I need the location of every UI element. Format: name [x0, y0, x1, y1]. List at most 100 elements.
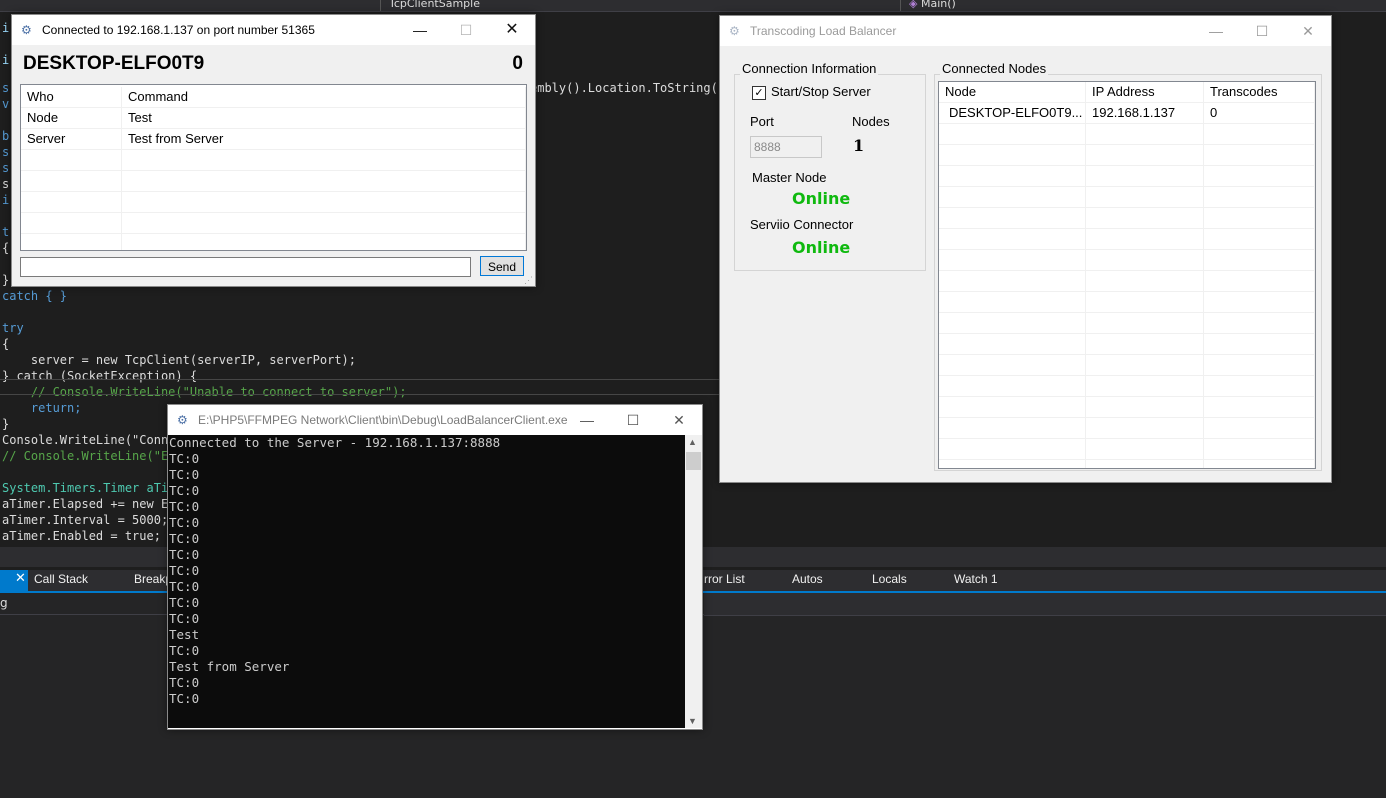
console-title: E:\PHP5\FFMPEG Network\Client\bin\Debug\… [198, 413, 568, 427]
code-line-enabled: aTimer.Enabled = true; [2, 529, 161, 543]
connected-nodes-table[interactable]: Node IP Address Transcodes DESKTOP-ELFO0… [938, 81, 1316, 469]
empty-cell [1204, 376, 1315, 396]
console-line: TC:0 [169, 531, 200, 546]
project-dropdown[interactable]: TcpClientSample [380, 0, 901, 11]
empty-cell [1204, 145, 1315, 165]
close-button[interactable]: ✕ [1285, 16, 1331, 46]
code-fragment: s [2, 81, 10, 95]
column-header-transcodes[interactable]: Transcodes [1204, 82, 1315, 102]
code-line-return: return; [2, 401, 82, 415]
nodes-label: Nodes [852, 114, 890, 129]
code-fragment: s [2, 177, 10, 191]
scroll-down-icon[interactable]: ▼ [688, 716, 697, 726]
tab-autos[interactable]: Autos [792, 572, 823, 586]
empty-table-row [939, 187, 1315, 208]
code-fragment: t [2, 225, 10, 239]
command-log-table[interactable]: Who Command Node Test Server Test from S… [20, 84, 527, 251]
empty-table-row [21, 192, 526, 213]
console-line: Test from Server [169, 659, 290, 674]
close-icon[interactable]: ✕ [15, 571, 26, 586]
method-icon: ◈ [909, 0, 918, 10]
console-line: Connected to the Server - 192.168.1.137:… [169, 435, 501, 450]
tab-locals[interactable]: Locals [872, 572, 907, 586]
resize-grip-icon[interactable]: ⋰ [524, 276, 533, 285]
console-scrollbar[interactable]: ▲ ▼ [685, 435, 702, 728]
machine-name: DESKTOP-ELFO0T9 [23, 53, 205, 74]
scroll-thumb[interactable] [686, 452, 701, 470]
minimize-button[interactable]: — [397, 15, 443, 45]
node-name-cell: DESKTOP-ELFO0T9... [939, 103, 1086, 123]
method-dropdown[interactable]: ◈ Main() [900, 0, 1386, 11]
code-fragment: i [2, 193, 10, 207]
code-line-try: try [2, 321, 24, 335]
column-header-command[interactable]: Command [122, 87, 526, 107]
code-fragment: s [2, 161, 10, 175]
tab-call-stack[interactable]: Call Stack [34, 572, 88, 586]
column-header-who[interactable]: Who [21, 87, 122, 107]
connected-nodes-heading: Connected Nodes [940, 61, 1049, 76]
scroll-up-icon[interactable]: ▲ [688, 437, 697, 447]
minimize-button[interactable]: — [1193, 16, 1239, 46]
empty-cell [1086, 418, 1204, 438]
maximize-button[interactable]: ☐ [443, 15, 489, 45]
port-value: 8888 [754, 140, 781, 154]
tab-error-list[interactable]: rror List [704, 572, 745, 586]
empty-cell [1086, 292, 1204, 312]
code-line-timer: System.Timers.Timer aTim [2, 481, 176, 495]
empty-cell [1204, 271, 1315, 291]
column-header-ip[interactable]: IP Address [1086, 82, 1204, 102]
empty-cell [939, 460, 1086, 468]
send-button[interactable]: Send [480, 256, 524, 276]
empty-cell [1086, 166, 1204, 186]
code-fragment: b [2, 129, 10, 143]
load-balancer-titlebar[interactable]: ⚙ Transcoding Load Balancer — ☐ ✕ [720, 16, 1331, 46]
empty-cell [1086, 124, 1204, 144]
empty-table-row [939, 439, 1315, 460]
empty-cell [939, 355, 1086, 375]
console-line: TC:0 [169, 643, 200, 658]
empty-cell [939, 334, 1086, 354]
code-line-interval: aTimer.Interval = 5000; [2, 513, 169, 527]
maximize-button[interactable]: ☐ [1239, 16, 1285, 46]
empty-cell [1086, 397, 1204, 417]
empty-cell [1204, 208, 1315, 228]
empty-cell [1086, 313, 1204, 333]
empty-cell [1204, 250, 1315, 270]
empty-table-row [939, 376, 1315, 397]
empty-cell [1086, 376, 1204, 396]
empty-cell [21, 171, 122, 191]
console-titlebar[interactable]: ⚙ E:\PHP5\FFMPEG Network\Client\bin\Debu… [168, 405, 702, 435]
empty-cell [939, 208, 1086, 228]
empty-cell [1204, 166, 1315, 186]
empty-cell [939, 313, 1086, 333]
message-input[interactable] [20, 257, 471, 277]
load-balancer-title: Transcoding Load Balancer [750, 24, 897, 38]
column-header-node[interactable]: Node [939, 82, 1086, 102]
port-field[interactable]: 8888 [750, 136, 822, 158]
port-label: Port [750, 114, 774, 129]
empty-cell [939, 145, 1086, 165]
code-line-close: } [2, 417, 10, 431]
empty-rows [939, 124, 1315, 468]
table-header-row: Who Command [21, 87, 526, 108]
close-button[interactable]: ✕ [656, 405, 702, 435]
tab-watch[interactable]: Watch 1 [954, 572, 998, 586]
console-window: ⚙ E:\PHP5\FFMPEG Network\Client\bin\Debu… [167, 404, 703, 730]
table-row[interactable]: Server Test from Server [21, 129, 526, 150]
empty-cell [939, 292, 1086, 312]
console-output[interactable]: Connected to the Server - 192.168.1.137:… [168, 435, 685, 728]
empty-cell [939, 418, 1086, 438]
client-titlebar[interactable]: ⚙ Connected to 192.168.1.137 on port num… [12, 15, 535, 45]
client-window: ⚙ Connected to 192.168.1.137 on port num… [11, 14, 536, 287]
table-row[interactable]: DESKTOP-ELFO0T9... 192.168.1.137 0 [939, 103, 1315, 124]
method-dropdown-label: Main() [920, 0, 956, 10]
close-button[interactable]: ✕ [489, 15, 535, 45]
minimize-button[interactable]: — [564, 405, 610, 435]
empty-cell [1086, 334, 1204, 354]
empty-table-row [21, 150, 526, 171]
empty-cell [1204, 460, 1315, 468]
table-row[interactable]: Node Test [21, 108, 526, 129]
console-line: TC:0 [169, 499, 200, 514]
maximize-button[interactable]: ☐ [610, 405, 656, 435]
pin-icon[interactable]: ✕ [0, 570, 28, 591]
